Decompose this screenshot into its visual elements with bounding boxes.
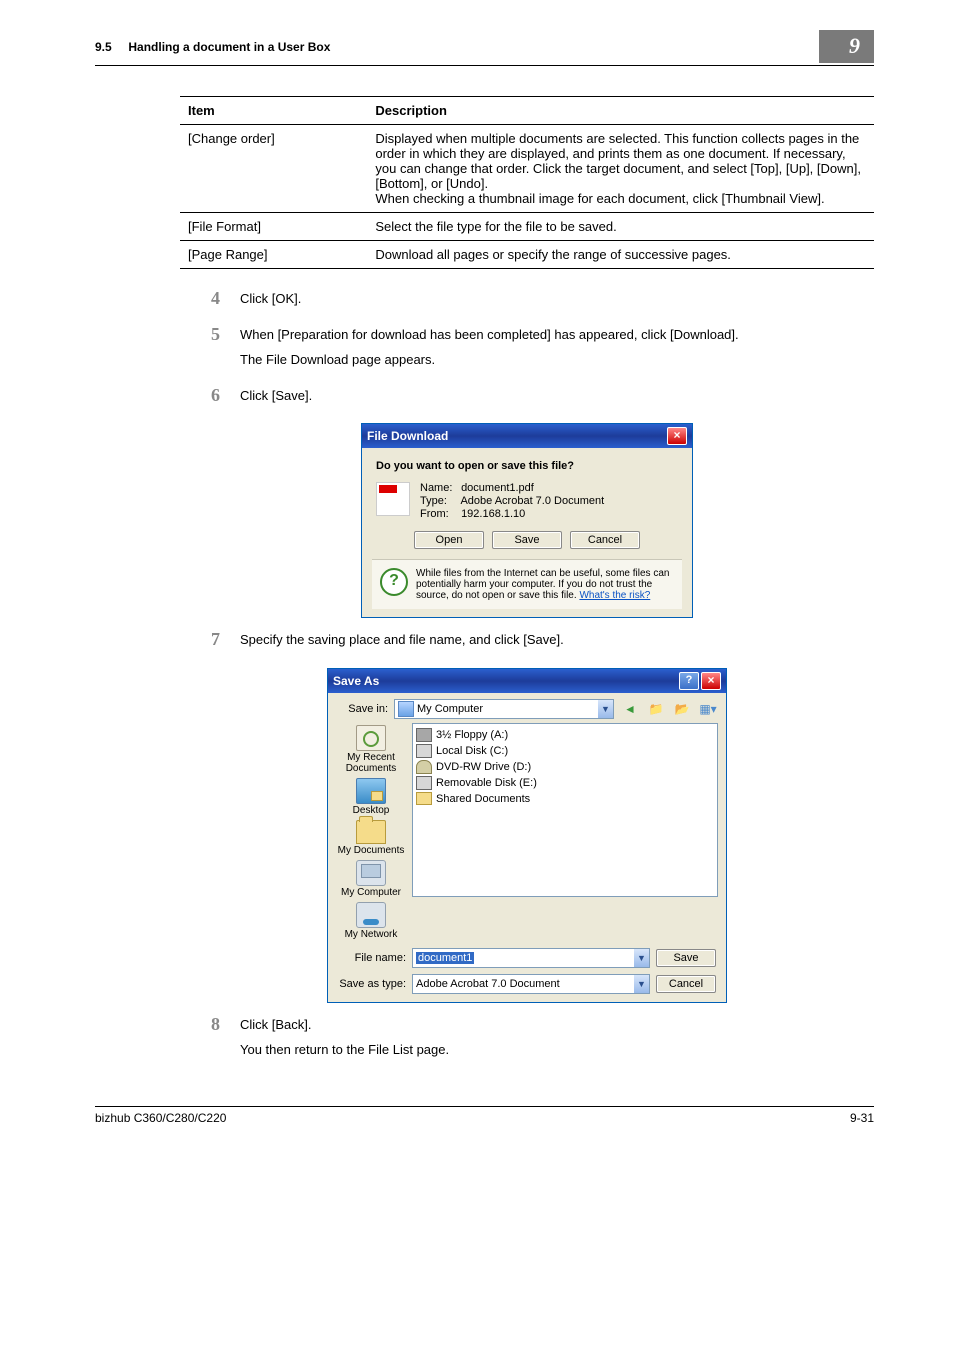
chevron-down-icon[interactable]: ▼ (598, 700, 613, 718)
list-item[interactable]: 3½ Floppy (A:) (416, 727, 714, 743)
help-icon[interactable]: ? (679, 672, 699, 690)
places-my-computer[interactable]: My Computer (341, 860, 401, 898)
step-number: 6 (180, 386, 240, 412)
save-button[interactable]: Save (492, 531, 562, 549)
chapter-badge: 9 (819, 30, 874, 63)
save-button[interactable]: Save (656, 949, 716, 967)
save-in-combo[interactable]: My Computer ▼ (394, 699, 614, 719)
close-icon[interactable]: × (701, 672, 721, 690)
help-icon: ? (380, 568, 408, 596)
page-footer: bizhub C360/C280/C220 9-31 (95, 1106, 874, 1125)
type-label: Type: (420, 495, 458, 507)
table-header-description: Description (367, 97, 874, 125)
list-item[interactable]: Shared Documents (416, 791, 714, 807)
back-icon[interactable]: ◄ (620, 700, 640, 718)
folder-icon (416, 792, 432, 805)
removable-disk-icon (416, 776, 432, 790)
places-my-documents[interactable]: My Documents (338, 820, 405, 856)
step-number: 7 (180, 630, 240, 656)
save-as-dialog: Save As ? × Save in: My Computer ▼ (327, 668, 727, 1003)
dialog-prompt: Do you want to open or save this file? (376, 460, 678, 472)
step-text: Specify the saving place and file name, … (240, 630, 874, 650)
open-button[interactable]: Open (414, 531, 484, 549)
table-header-item: Item (180, 97, 367, 125)
table-row: [Change order] Displayed when multiple d… (180, 125, 874, 213)
type-value: Adobe Acrobat 7.0 Document (460, 495, 604, 507)
from-label: From: (420, 508, 458, 520)
places-recent[interactable]: My Recent Documents (336, 725, 406, 774)
step-text: When [Preparation for download has been … (240, 325, 874, 345)
list-item[interactable]: Local Disk (C:) (416, 743, 714, 759)
name-label: Name: (420, 482, 458, 494)
step-number: 5 (180, 325, 240, 376)
dvd-icon (416, 760, 432, 774)
dialog-title: Save As (333, 674, 379, 688)
close-icon[interactable]: × (667, 427, 687, 445)
dialog-title: File Download (367, 429, 448, 443)
floppy-icon (416, 728, 432, 742)
footer-page-number: 9-31 (850, 1111, 874, 1125)
save-type-label: Save as type: (336, 978, 406, 990)
name-value: document1.pdf (461, 482, 534, 494)
pdf-file-icon (376, 482, 410, 516)
places-my-network[interactable]: My Network (345, 902, 398, 940)
footer-product: bizhub C360/C280/C220 (95, 1111, 226, 1125)
save-type-combo[interactable]: Adobe Acrobat 7.0 Document ▼ (412, 974, 650, 994)
step-text: The File Download page appears. (240, 350, 874, 370)
file-name-label: File name: (336, 952, 406, 964)
chevron-down-icon[interactable]: ▼ (634, 949, 649, 967)
list-item[interactable]: Removable Disk (E:) (416, 775, 714, 791)
file-name-field[interactable]: document1 ▼ (412, 948, 650, 968)
up-folder-icon[interactable]: 📁 (646, 700, 666, 718)
views-icon[interactable]: ▦▾ (698, 700, 718, 718)
section-number: 9.5 (95, 40, 112, 54)
step-text: Click [Save]. (240, 386, 874, 406)
step-text: You then return to the File List page. (240, 1040, 874, 1060)
risk-link[interactable]: What's the risk? (579, 590, 650, 601)
file-download-dialog: File Download × Do you want to open or s… (361, 423, 693, 618)
cancel-button[interactable]: Cancel (656, 975, 716, 993)
step-number: 8 (180, 1015, 240, 1066)
cancel-button[interactable]: Cancel (570, 531, 640, 549)
file-list[interactable]: 3½ Floppy (A:) Local Disk (C:) DVD-RW Dr… (412, 723, 718, 897)
section-title: Handling a document in a User Box (128, 40, 330, 54)
settings-table: Item Description [Change order] Displaye… (180, 96, 874, 269)
step-number: 4 (180, 289, 240, 315)
table-row: [File Format] Select the file type for t… (180, 213, 874, 241)
save-in-label: Save in: (336, 703, 388, 715)
step-text: Click [OK]. (240, 289, 874, 309)
page-header: 9.5 Handling a document in a User Box 9 (95, 30, 874, 66)
new-folder-icon[interactable]: 📂 (672, 700, 692, 718)
disk-icon (416, 744, 432, 758)
my-computer-icon (398, 701, 414, 717)
places-desktop[interactable]: Desktop (353, 778, 390, 816)
step-text: Click [Back]. (240, 1015, 874, 1035)
list-item[interactable]: DVD-RW Drive (D:) (416, 759, 714, 775)
table-row: [Page Range] Download all pages or speci… (180, 241, 874, 269)
chevron-down-icon[interactable]: ▼ (634, 975, 649, 993)
from-value: 192.168.1.10 (461, 508, 525, 520)
